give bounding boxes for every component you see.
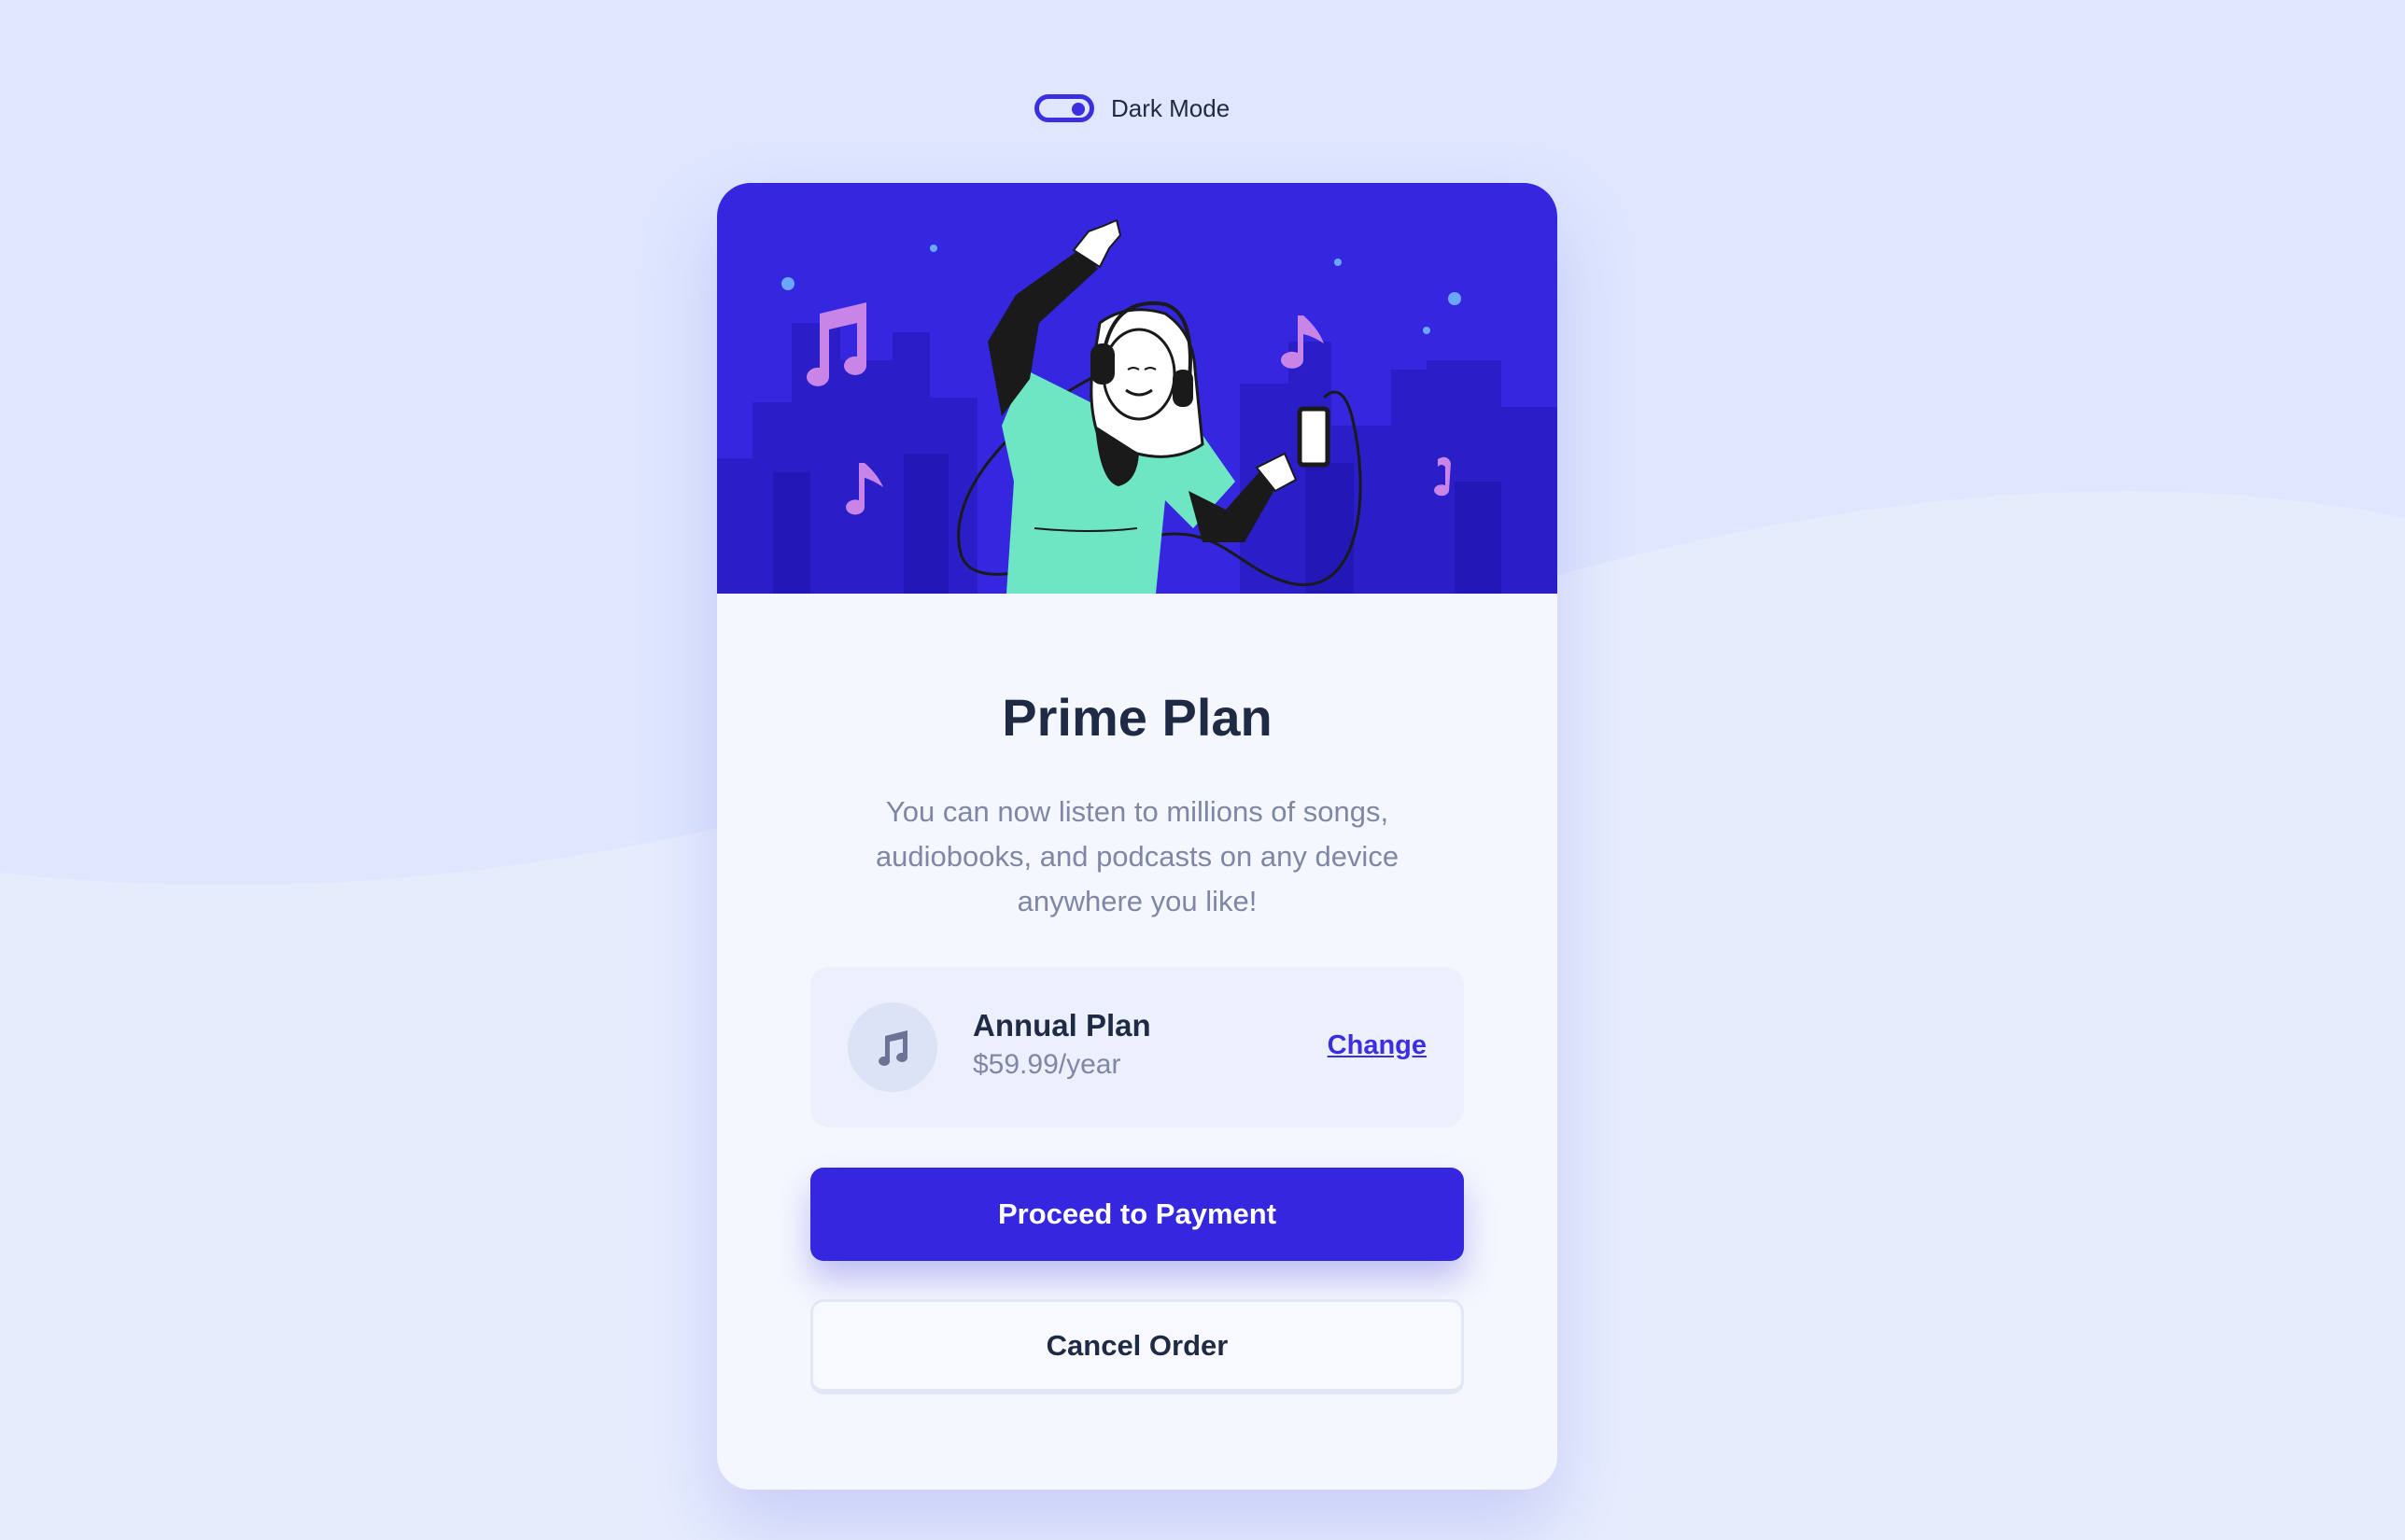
plan-title: Prime Plan — [1002, 688, 1273, 747]
change-plan-link[interactable]: Change — [1328, 1030, 1427, 1061]
plan-price: $59.99/year — [973, 1049, 1121, 1080]
dark-mode-toggle[interactable] — [1034, 94, 1094, 122]
proceed-to-payment-button[interactable]: Proceed to Payment — [810, 1168, 1464, 1261]
plan-summary: Annual Plan $59.99/year Change — [810, 967, 1464, 1127]
hero-illustration — [717, 183, 1557, 594]
cancel-order-button[interactable]: Cancel Order — [810, 1299, 1464, 1394]
music-note-icon — [848, 1002, 937, 1092]
plan-description: You can now listen to millions of songs,… — [875, 795, 1399, 917]
plan-name: Annual Plan — [973, 1008, 1151, 1043]
dark-mode-toggle-row: Dark Mode — [1034, 90, 1230, 127]
order-summary-card: Prime Plan You can now listen to million… — [717, 183, 1557, 1490]
toggle-knob — [1072, 103, 1085, 116]
dark-mode-label: Dark Mode — [1111, 93, 1231, 122]
